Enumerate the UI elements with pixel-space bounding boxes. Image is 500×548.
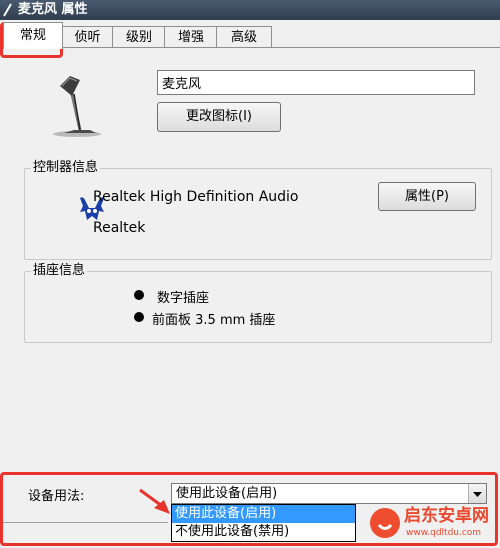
controller-info-label: 控制器信息 — [31, 160, 101, 176]
logo-smile-icon — [377, 523, 393, 530]
watermark-logo-icon — [370, 508, 400, 538]
device-name-field[interactable] — [157, 70, 475, 95]
tab-levels[interactable]: 级别 — [112, 26, 166, 48]
controller-vendor: Realtek — [93, 220, 146, 236]
title-bar: 麦克风 属性 — [0, 0, 500, 20]
jack-info-label: 插座信息 — [31, 263, 88, 279]
watermark-url: www.qdltdu.com — [406, 528, 482, 538]
tab-strip: 常规 侦听 级别 增强 高级 — [0, 20, 500, 49]
jack-item: 数字插座 — [157, 291, 210, 306]
controller-name: Realtek High Definition Audio — [93, 189, 299, 205]
watermark-text: 启东安卓网 — [404, 506, 489, 526]
window-icon — [3, 3, 12, 17]
tab-general[interactable]: 常规 — [3, 22, 63, 49]
change-icon-button[interactable]: 更改图标(I) — [157, 102, 281, 132]
tab-advanced[interactable]: 高级 — [216, 26, 272, 48]
annotation-arrow-icon — [139, 488, 170, 514]
watermark: 启东安卓网 www.qdltdu.com — [368, 502, 498, 546]
jack-item: 前面板 3.5 mm 插座 — [152, 313, 276, 328]
tab-enhancements[interactable]: 增强 — [164, 26, 218, 48]
dropdown-option[interactable]: 不使用此设备(禁用) — [172, 523, 355, 541]
microphone-icon — [53, 76, 101, 137]
dropdown-option[interactable]: 使用此设备(启用) — [172, 505, 355, 523]
controller-properties-button[interactable]: 属性(P) — [378, 182, 476, 211]
jack-bullet-icon — [134, 312, 144, 322]
jack-info-group: 插座信息 数字插座 前面板 3.5 mm 插座 — [24, 263, 492, 343]
window-title: 麦克风 属性 — [18, 2, 88, 17]
device-usage-dropdown: 使用此设备(启用) 不使用此设备(禁用) — [171, 504, 356, 542]
jack-bullet-icon — [134, 290, 144, 300]
tab-listen[interactable]: 侦听 — [61, 26, 114, 48]
controller-info-group: 控制器信息 Realtek High Definition Audio Real… — [24, 160, 492, 260]
